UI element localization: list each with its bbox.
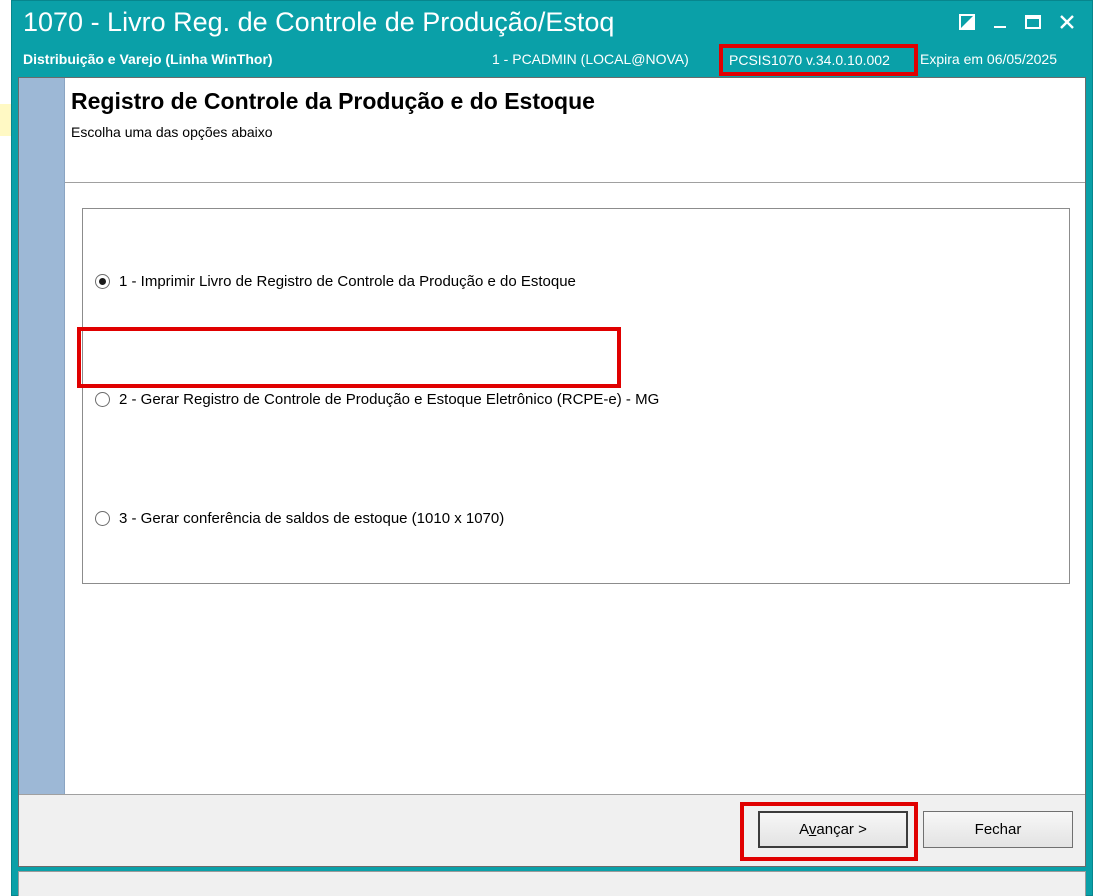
- dialog-client-area: Registro de Controle da Produção e do Es…: [18, 77, 1086, 867]
- option-generate-rcpe[interactable]: 2 - Gerar Registro de Controle de Produç…: [95, 391, 659, 408]
- page-subtitle: Escolha uma das opções abaixo: [71, 124, 273, 140]
- radio-generate-rcpe[interactable]: [95, 392, 110, 407]
- maximize-icon[interactable]: [1020, 9, 1046, 35]
- option-print-book-label: 1 - Imprimir Livro de Registro de Contro…: [119, 273, 576, 290]
- close-icon[interactable]: [1054, 9, 1080, 35]
- desktop: 1070 - Livro Reg. de Controle de Produçã…: [0, 0, 1100, 896]
- version-label: PCSIS1070 v.34.0.10.002: [719, 44, 918, 76]
- close-button[interactable]: Fechar: [923, 811, 1073, 848]
- option-print-book[interactable]: 1 - Imprimir Livro de Registro de Contro…: [95, 273, 576, 290]
- restore-icon[interactable]: [954, 9, 980, 35]
- expiry-label: Expira em 06/05/2025: [920, 51, 1057, 67]
- radio-print-book[interactable]: [95, 274, 110, 289]
- user-info: 1 - PCADMIN (LOCAL@NOVA): [492, 51, 689, 67]
- wizard-sidebar: [19, 78, 65, 794]
- status-bar: [18, 871, 1086, 896]
- option-stock-check[interactable]: 3 - Gerar conferência de saldos de estoq…: [95, 510, 504, 527]
- next-button-label: Avançar >: [799, 821, 867, 838]
- option-stock-check-label: 3 - Gerar conferência de saldos de estoq…: [119, 510, 505, 527]
- next-button[interactable]: Avançar >: [758, 811, 908, 848]
- wizard-content: 1 - Imprimir Livro de Registro de Contro…: [65, 184, 1085, 794]
- options-group: 1 - Imprimir Livro de Registro de Contro…: [82, 208, 1070, 584]
- window-title: 1070 - Livro Reg. de Controle de Produçã…: [23, 7, 615, 37]
- wizard-footer: Avançar > Fechar: [19, 794, 1085, 866]
- window-subtitle: Distribuição e Varejo (Linha WinThor): [23, 51, 273, 67]
- minimize-icon[interactable]: [987, 9, 1013, 35]
- radio-stock-check[interactable]: [95, 511, 110, 526]
- dialog-window: 1070 - Livro Reg. de Controle de Produçã…: [11, 0, 1093, 896]
- wizard-header: Registro de Controle da Produção e do Es…: [65, 78, 1085, 182]
- page-title: Registro de Controle da Produção e do Es…: [71, 88, 595, 114]
- title-bar[interactable]: 1070 - Livro Reg. de Controle de Produçã…: [12, 1, 1092, 76]
- option-generate-rcpe-label: 2 - Gerar Registro de Controle de Produç…: [119, 391, 660, 408]
